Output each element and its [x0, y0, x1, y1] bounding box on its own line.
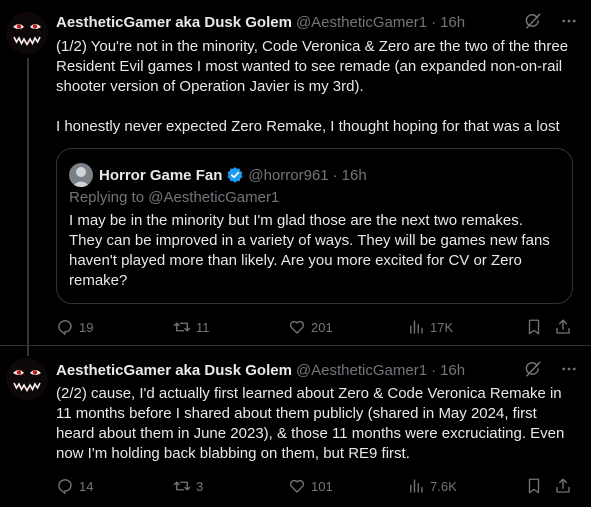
- reply-count: 19: [79, 319, 94, 335]
- tweet-header: AestheticGamer aka Dusk Golem @Aesthetic…: [56, 360, 579, 380]
- share-icon: [556, 478, 570, 493]
- like-count: 201: [311, 319, 333, 335]
- tweet-header: AestheticGamer aka Dusk Golem @Aesthetic…: [56, 12, 579, 32]
- share-icon: [556, 319, 570, 334]
- demon-face-avatar-icon: [6, 12, 48, 54]
- grok-icon[interactable]: [523, 11, 543, 31]
- quoted-author-avatar[interactable]: [69, 163, 93, 187]
- more-icon[interactable]: [559, 11, 579, 31]
- like-button[interactable]: 101: [288, 476, 333, 496]
- more-icon[interactable]: [559, 359, 579, 379]
- separator-dot: ·: [431, 361, 437, 379]
- tweet[interactable]: AestheticGamer aka Dusk Golem @Aesthetic…: [0, 0, 591, 346]
- tweet-text: (1/2) You're not in the minority, Code V…: [56, 38, 569, 135]
- grok-icon[interactable]: [523, 359, 543, 379]
- author-name[interactable]: AestheticGamer aka Dusk Golem: [56, 14, 292, 31]
- quoted-tweet-text: I may be in the minority but I'm glad th…: [69, 212, 550, 289]
- share-button[interactable]: [554, 317, 572, 337]
- views-count: 7.6K: [430, 478, 457, 494]
- author-avatar[interactable]: [6, 12, 48, 54]
- quoted-author-name[interactable]: Horror Game Fan: [99, 167, 222, 184]
- quoted-timestamp[interactable]: 16h: [342, 167, 367, 184]
- reply-button[interactable]: 14: [56, 476, 93, 496]
- repost-icon: [173, 481, 191, 491]
- author-handle[interactable]: @AestheticGamer1: [296, 14, 427, 31]
- separator-dot: ·: [431, 13, 437, 31]
- verified-badge-icon: [226, 166, 244, 184]
- views-icon: [410, 479, 423, 493]
- default-avatar-icon: [72, 167, 90, 187]
- author-handle[interactable]: @AestheticGamer1: [296, 362, 427, 379]
- bookmark-icon: [528, 319, 540, 335]
- share-button[interactable]: [554, 476, 572, 496]
- timestamp[interactable]: 16h: [440, 362, 465, 379]
- like-count: 101: [311, 478, 333, 494]
- quoted-author-handle[interactable]: @horror961: [248, 167, 328, 184]
- thread-line: [27, 58, 29, 346]
- separator-dot: ·: [332, 166, 338, 184]
- repost-count: 11: [196, 319, 210, 335]
- thread-line: [27, 346, 29, 356]
- reply-count: 14: [79, 478, 94, 494]
- quoted-tweet[interactable]: Horror Game Fan @horror961 · 16h Replyin…: [56, 148, 573, 304]
- repost-icon: [173, 322, 191, 332]
- views-icon: [410, 320, 423, 334]
- like-button[interactable]: 201: [288, 317, 333, 337]
- repost-button[interactable]: 3: [173, 476, 203, 496]
- repost-button[interactable]: 11: [173, 317, 210, 337]
- reply-icon: [58, 479, 72, 494]
- reply-icon: [58, 320, 72, 335]
- tweet-text: (2/2) cause, I'd actually first learned …: [56, 385, 565, 462]
- views-count: 17K: [430, 319, 454, 335]
- author-name[interactable]: AestheticGamer aka Dusk Golem: [56, 362, 292, 379]
- reply-button[interactable]: 19: [56, 317, 93, 337]
- views-button[interactable]: 17K: [407, 317, 453, 337]
- bookmark-button[interactable]: [525, 317, 543, 337]
- views-button[interactable]: 7.6K: [407, 476, 457, 496]
- repost-count: 3: [196, 478, 204, 494]
- quoted-tweet-header: Horror Game Fan @horror961 · 16h: [69, 163, 367, 187]
- timestamp[interactable]: 16h: [440, 14, 465, 31]
- demon-face-avatar-icon: [6, 358, 48, 400]
- tweet[interactable]: AestheticGamer aka Dusk Golem @Aesthetic…: [0, 346, 591, 507]
- bookmark-button[interactable]: [525, 476, 543, 496]
- action-bar: 19 11 201 17K: [56, 317, 574, 337]
- like-icon: [289, 320, 305, 334]
- bookmark-icon: [528, 478, 540, 494]
- author-avatar[interactable]: [6, 358, 48, 400]
- replying-to[interactable]: Replying to @AestheticGamer1: [69, 189, 279, 206]
- like-icon: [289, 479, 305, 493]
- action-bar: 14 3 101 7.6K: [56, 476, 574, 496]
